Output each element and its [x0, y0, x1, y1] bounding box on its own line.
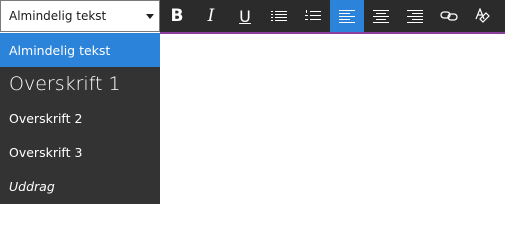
- style-option-heading-3[interactable]: Overskrift 3: [0, 135, 160, 169]
- numbered-list-button[interactable]: [296, 0, 330, 32]
- paragraph-style-value: Almindelig tekst: [9, 9, 107, 23]
- bold-button[interactable]: B: [160, 0, 194, 32]
- align-left-icon: [339, 10, 355, 23]
- numbered-list-icon: [305, 10, 321, 20]
- bullet-list-button[interactable]: [262, 0, 296, 32]
- paragraph-style-select[interactable]: Almindelig tekst: [0, 0, 160, 32]
- align-right-button[interactable]: [398, 0, 432, 32]
- clear-format-icon: [475, 8, 490, 23]
- align-right-icon: [407, 10, 423, 23]
- paragraph-style-dropdown: Almindelig tekst Overskrift 1 Overskrift…: [0, 33, 160, 204]
- clear-formatting-button[interactable]: [466, 0, 500, 32]
- insert-link-button[interactable]: [432, 0, 466, 32]
- bold-icon: B: [170, 6, 184, 26]
- italic-button[interactable]: I: [194, 0, 228, 32]
- bullet-list-icon: [271, 11, 287, 21]
- underline-icon: U: [239, 6, 251, 26]
- caret-down-icon: [146, 14, 154, 19]
- link-icon: [440, 11, 458, 21]
- align-left-button[interactable]: [330, 0, 364, 32]
- style-option-normal[interactable]: Almindelig tekst: [0, 33, 160, 67]
- underline-button[interactable]: U: [228, 0, 262, 32]
- style-option-heading-1[interactable]: Overskrift 1: [0, 67, 160, 101]
- align-center-icon: [373, 10, 389, 23]
- style-option-heading-2[interactable]: Overskrift 2: [0, 101, 160, 135]
- formatting-toolbar: B I U: [160, 0, 505, 32]
- style-option-quote[interactable]: Uddrag: [0, 169, 160, 203]
- italic-icon: I: [207, 6, 215, 26]
- toolbar-divider: [160, 32, 505, 34]
- align-center-button[interactable]: [364, 0, 398, 32]
